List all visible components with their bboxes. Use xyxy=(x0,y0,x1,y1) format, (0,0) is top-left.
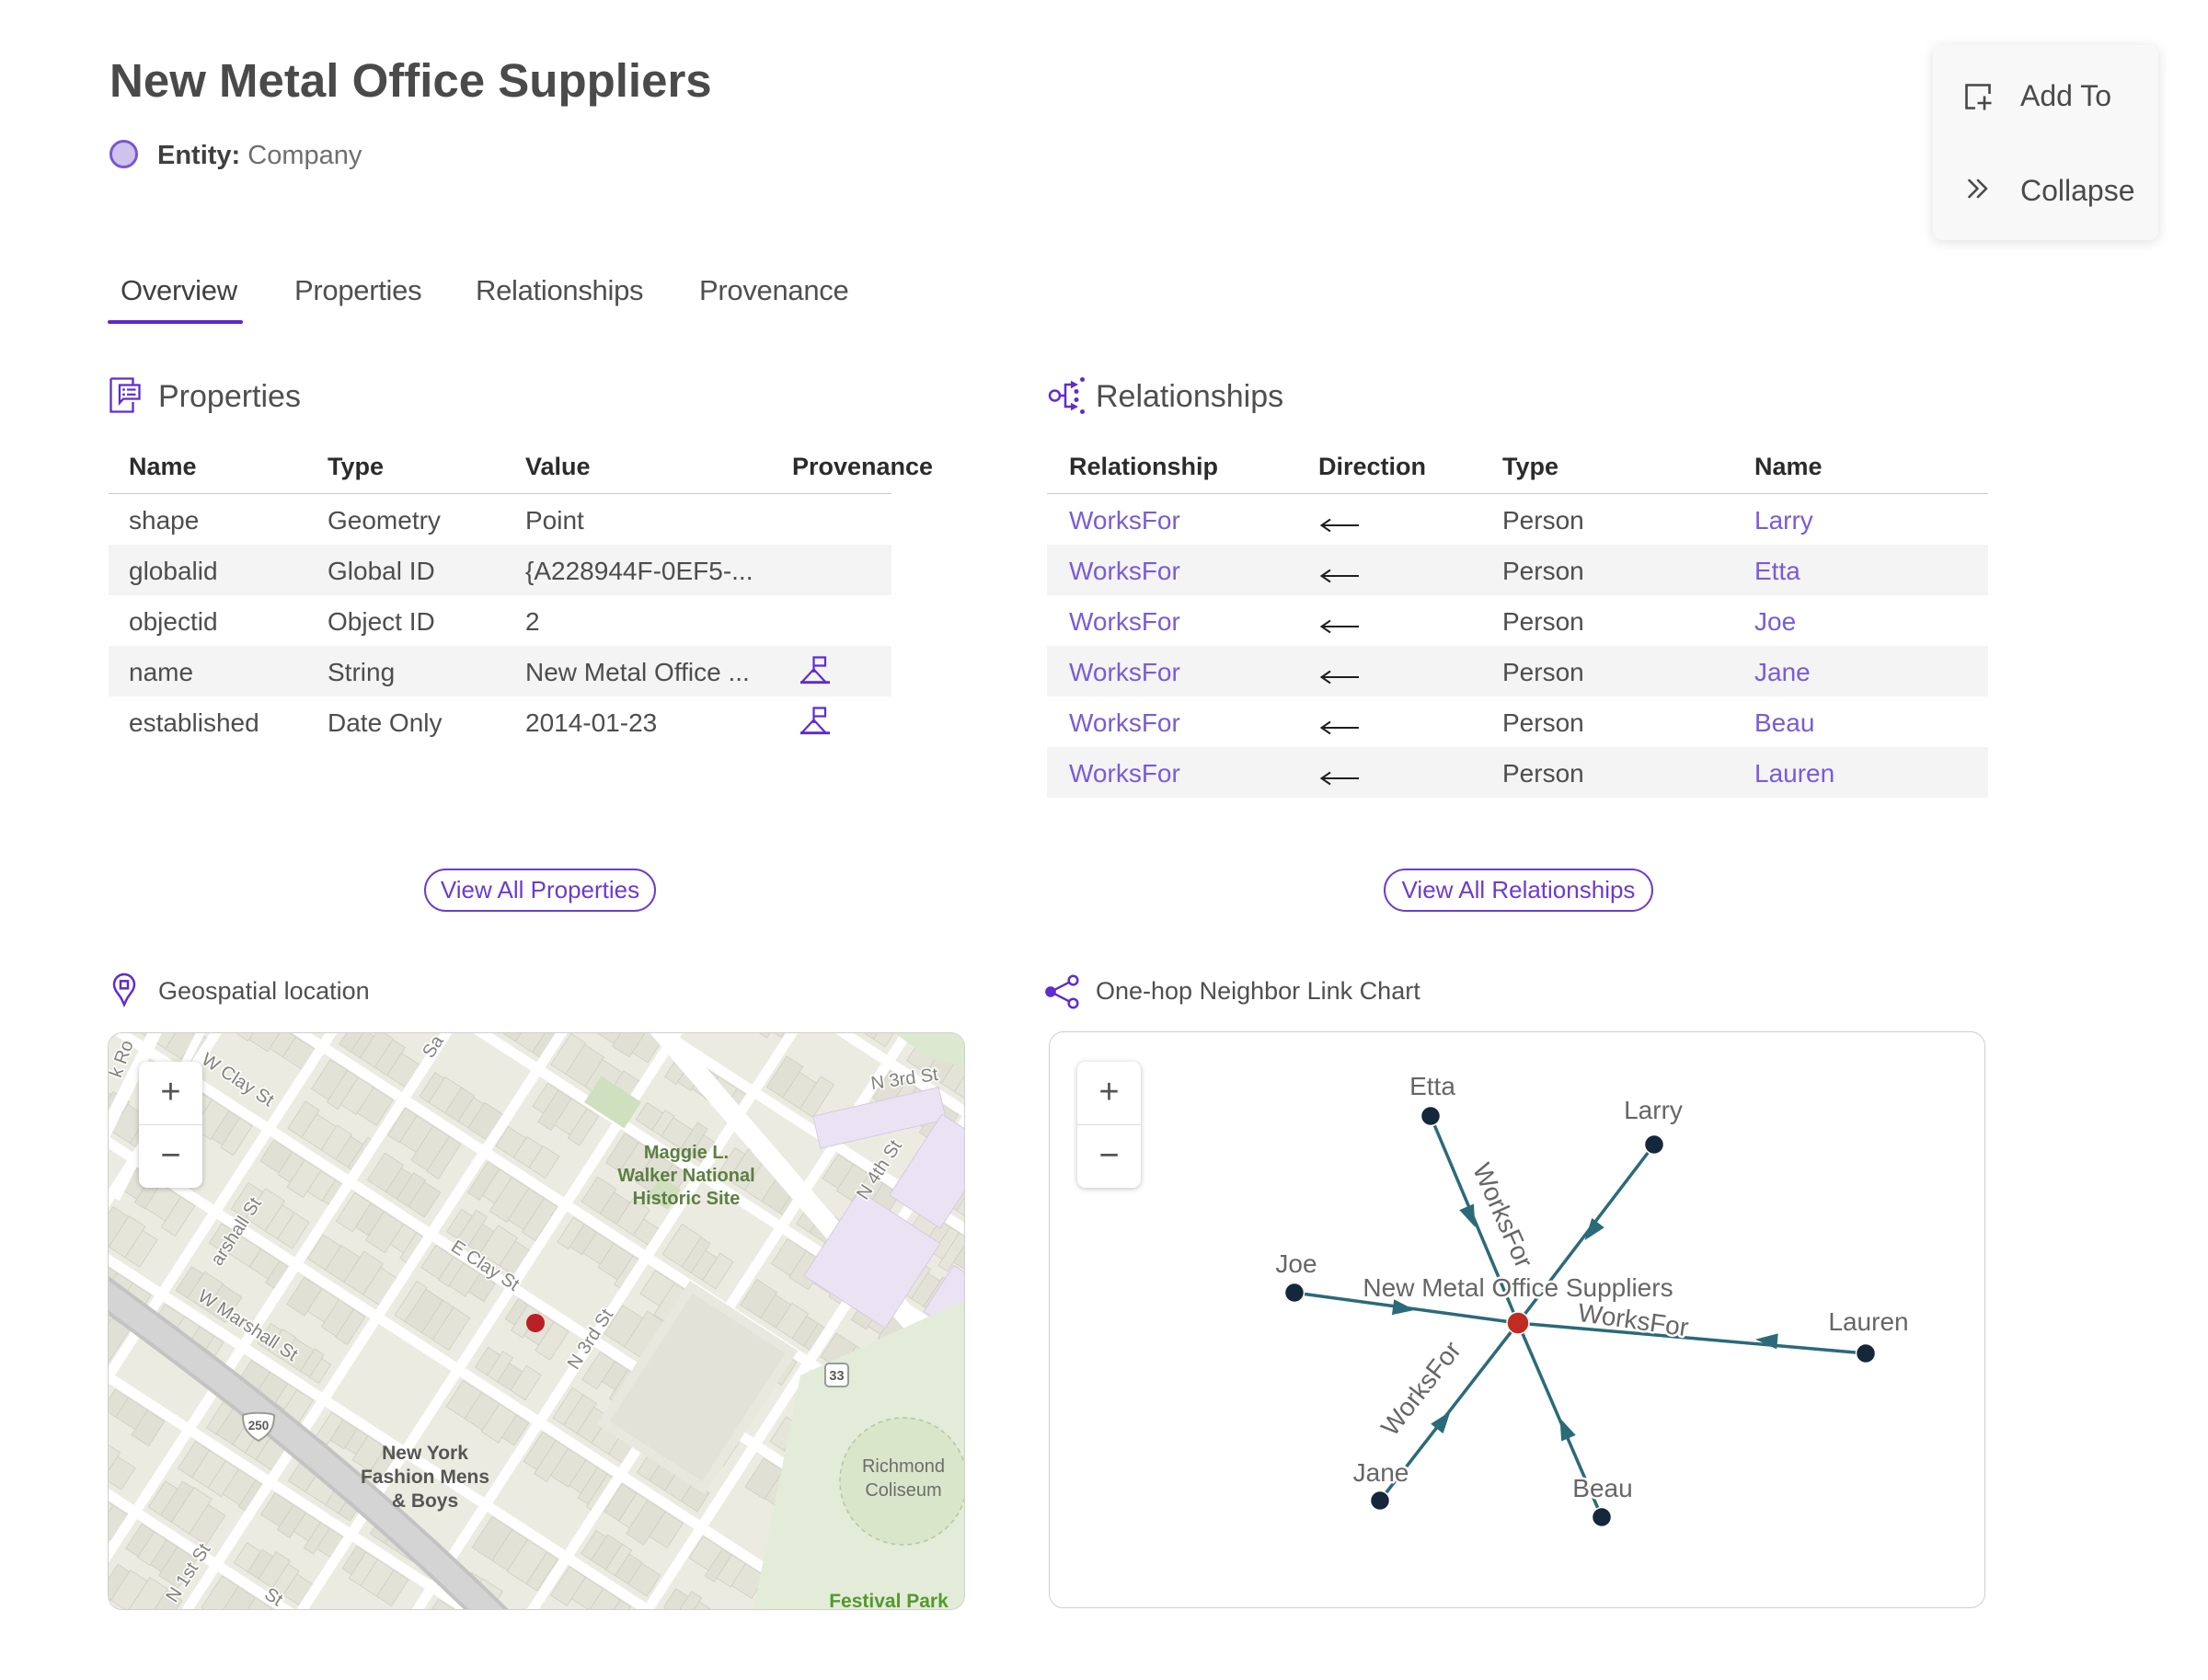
svg-text:Jane: Jane xyxy=(1353,1458,1409,1487)
svg-text:Joe: Joe xyxy=(1275,1249,1317,1278)
svg-text:Etta: Etta xyxy=(1409,1072,1455,1100)
svg-text:33: 33 xyxy=(829,1369,844,1384)
svg-text:Beau: Beau xyxy=(1572,1474,1632,1502)
svg-text:& Boys: & Boys xyxy=(392,1490,458,1512)
svg-text:Historic Site: Historic Site xyxy=(633,1189,741,1209)
svg-text:Lauren: Lauren xyxy=(1828,1307,1908,1336)
svg-text:WorksFor: WorksFor xyxy=(1576,1298,1690,1342)
svg-text:Maggie L.: Maggie L. xyxy=(644,1143,729,1163)
svg-text:250: 250 xyxy=(248,1419,270,1433)
svg-text:New Metal Office Suppliers: New Metal Office Suppliers xyxy=(1363,1273,1673,1302)
svg-text:Festival Park: Festival Park xyxy=(829,1591,949,1610)
svg-text:WorksFor: WorksFor xyxy=(1375,1336,1466,1441)
svg-text:Coliseum: Coliseum xyxy=(865,1480,941,1501)
svg-text:New York: New York xyxy=(382,1443,468,1464)
svg-text:Fashion Mens: Fashion Mens xyxy=(361,1467,489,1488)
svg-text:Walker National: Walker National xyxy=(617,1166,754,1186)
svg-text:WorksFor: WorksFor xyxy=(1467,1159,1538,1272)
svg-text:Larry: Larry xyxy=(1624,1096,1683,1124)
svg-text:Richmond: Richmond xyxy=(862,1456,945,1477)
